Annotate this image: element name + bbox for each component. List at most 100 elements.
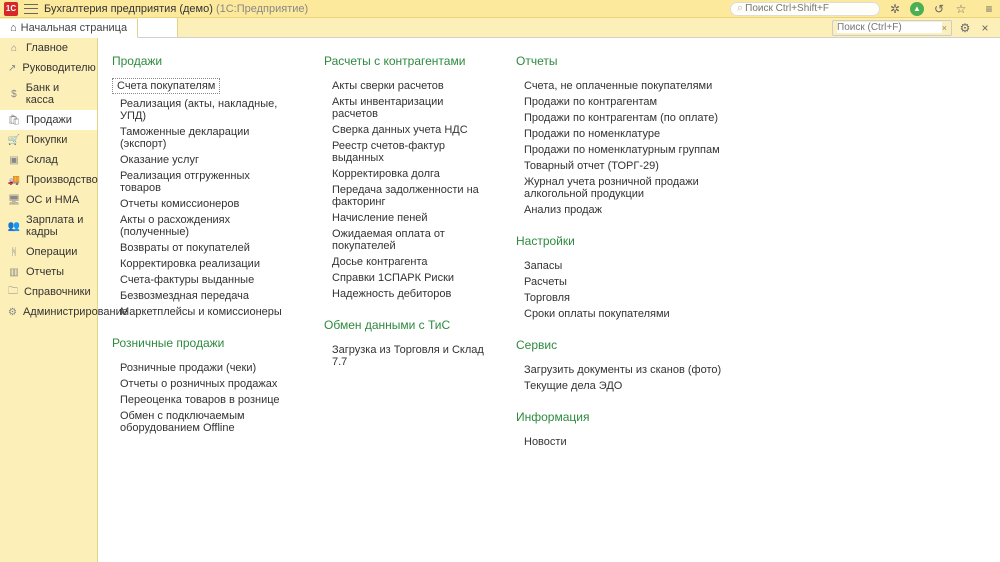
section-head-service[interactable]: Сервис	[516, 338, 736, 352]
link-debt-correction[interactable]: Корректировка долга	[324, 166, 484, 182]
link-marketplaces[interactable]: Маркетплейсы и комиссионеры	[112, 304, 292, 320]
link-edo-tasks[interactable]: Текущие дела ЭДО	[516, 378, 736, 394]
tab-label: Начальная страница	[21, 22, 127, 34]
section-head-reports[interactable]: Отчеты	[516, 54, 736, 68]
link-debtor-reliability[interactable]: Надежность дебиторов	[324, 286, 484, 302]
cart-icon: 🛍	[8, 114, 20, 126]
link-inventory-acts[interactable]: Акты инвентаризации расчетов	[324, 94, 484, 122]
link-invoice-registry[interactable]: Реестр счетов-фактур выданных	[324, 138, 484, 166]
link-torg29[interactable]: Товарный отчет (ТОРГ-29)	[516, 158, 736, 174]
box-icon: ▣	[8, 154, 20, 166]
sidebar-item-manager[interactable]: ↗Руководителю	[0, 58, 97, 78]
tabstrip: ⌂ Начальная страница × ⚙ ×	[0, 18, 1000, 38]
link-sales-correction[interactable]: Корректировка реализации	[112, 256, 292, 272]
section-head-settings[interactable]: Настройки	[516, 234, 736, 248]
section-head-exchange[interactable]: Обмен данными с ТиС	[324, 318, 484, 332]
link-customer-invoices[interactable]: Счета покупателям	[112, 78, 220, 94]
link-sales-by-nomenclature[interactable]: Продажи по номенклатуре	[516, 126, 736, 142]
page-search[interactable]: ×	[832, 20, 952, 36]
sync-icon[interactable]: ✲	[888, 2, 902, 16]
link-discrepancy-acts[interactable]: Акты о расхождениях (полученные)	[112, 212, 292, 240]
truck-icon: 🚚	[8, 174, 20, 186]
link-realization[interactable]: Реализация (акты, накладные, УПД)	[112, 96, 292, 124]
gear-icon[interactable]: ⚙	[958, 21, 972, 35]
link-retail-sales[interactable]: Розничные продажи (чеки)	[112, 360, 292, 376]
link-factoring[interactable]: Передача задолженности на факторинг	[324, 182, 484, 210]
link-sales-analysis[interactable]: Анализ продаж	[516, 202, 736, 218]
link-services[interactable]: Оказание услуг	[112, 152, 292, 168]
sidebar-item-assets[interactable]: 🖥ОС и НМА	[0, 190, 97, 210]
sidebar-item-sales[interactable]: 🛍Продажи	[0, 110, 97, 130]
people-icon: 👥	[8, 220, 20, 232]
link-sales-by-counterparty[interactable]: Продажи по контрагентам	[516, 94, 736, 110]
link-news[interactable]: Новости	[516, 434, 736, 450]
clear-icon[interactable]: ×	[942, 23, 947, 33]
link-commission-reports[interactable]: Отчеты комиссионеров	[112, 196, 292, 212]
basket-icon: 🛒	[8, 134, 20, 146]
sidebar-item-purchases[interactable]: 🛒Покупки	[0, 130, 97, 150]
titlebar-text: Бухгалтерия предприятия (демо) (1С:Предп…	[44, 3, 308, 15]
link-customs-decl[interactable]: Таможенные декларации (экспорт)	[112, 124, 292, 152]
link-load-from-scans[interactable]: Загрузить документы из сканов (фото)	[516, 362, 736, 378]
home-icon: ⌂	[10, 22, 17, 34]
tab-empty[interactable]	[138, 18, 178, 37]
section-head-info[interactable]: Информация	[516, 410, 736, 424]
link-invoices-issued[interactable]: Счета-фактуры выданные	[112, 272, 292, 288]
link-sales-by-nom-groups[interactable]: Продажи по номенклатурным группам	[516, 142, 736, 158]
sidebar-item-reports[interactable]: ▥Отчеты	[0, 262, 97, 282]
sidebar-item-warehouse[interactable]: ▣Склад	[0, 150, 97, 170]
app-logo-1c: 1C	[4, 2, 18, 16]
more-icon[interactable]: ≡	[982, 2, 996, 16]
sidebar-item-main[interactable]: ⌂Главное	[0, 38, 97, 58]
section-head-retail[interactable]: Розничные продажи	[112, 336, 292, 350]
link-payment-terms[interactable]: Сроки оплаты покупателями	[516, 306, 736, 322]
bars-icon: ▥	[8, 266, 20, 278]
link-penalties[interactable]: Начисление пеней	[324, 210, 484, 226]
link-expected-payment[interactable]: Ожидаемая оплата от покупателей	[324, 226, 484, 254]
link-retail-reports[interactable]: Отчеты о розничных продажах	[112, 376, 292, 392]
tab-start-page[interactable]: ⌂ Начальная страница	[0, 19, 138, 38]
star-icon[interactable]: ☆	[954, 2, 968, 16]
link-shipped-goods[interactable]: Реализация отгруженных товаров	[112, 168, 292, 196]
sidebar-item-admin[interactable]: ⚙Администрирование	[0, 302, 97, 322]
sidebar-item-production[interactable]: 🚚Производство	[0, 170, 97, 190]
section-head-settlements[interactable]: Расчеты с контрагентами	[324, 54, 484, 68]
section-head-sales[interactable]: Продажи	[112, 54, 292, 68]
link-load-from-tis[interactable]: Загрузка из Торговля и Склад 7.7	[324, 342, 484, 370]
link-alcohol-journal[interactable]: Журнал учета розничной продажи алкогольн…	[516, 174, 736, 202]
app-name: Бухгалтерия предприятия (демо)	[44, 3, 213, 15]
link-equipment-exchange[interactable]: Обмен с подключаемым оборудованием Offli…	[112, 408, 292, 436]
content-area: Продажи Счета покупателям Реализация (ак…	[98, 38, 1000, 562]
link-vat-reconciliation[interactable]: Сверка данных учета НДС	[324, 122, 484, 138]
link-sales-by-counterparty-paid[interactable]: Продажи по контрагентам (по оплате)	[516, 110, 736, 126]
link-counterparty-dossier[interactable]: Досье контрагента	[324, 254, 484, 270]
link-settlements-settings[interactable]: Расчеты	[516, 274, 736, 290]
ops-icon: ᚻ	[8, 246, 20, 258]
app-sub: (1С:Предприятие)	[216, 3, 308, 15]
global-search-input[interactable]	[745, 3, 873, 14]
folder-icon: 🗀	[8, 286, 18, 298]
link-revaluation[interactable]: Переоценка товаров в рознице	[112, 392, 292, 408]
main-menu-icon[interactable]	[24, 4, 38, 14]
link-reconciliation-acts[interactable]: Акты сверки расчетов	[324, 78, 484, 94]
link-inventory-settings[interactable]: Запасы	[516, 258, 736, 274]
global-search[interactable]: ⌕	[730, 2, 880, 16]
sidebar-item-bank[interactable]: $Банк и касса	[0, 78, 97, 110]
chart-icon: ↗	[8, 62, 16, 74]
link-trade-settings[interactable]: Торговля	[516, 290, 736, 306]
page-search-input[interactable]	[837, 22, 942, 33]
link-spark-risks[interactable]: Справки 1СПАРК Риски	[324, 270, 484, 286]
close-icon[interactable]: ×	[978, 21, 992, 35]
link-customer-returns[interactable]: Возвраты от покупателей	[112, 240, 292, 256]
search-icon: ⌕	[737, 2, 743, 15]
history-icon[interactable]: ↺	[932, 2, 946, 16]
link-unpaid-invoices[interactable]: Счета, не оплаченные покупателями	[516, 78, 736, 94]
link-gratuitous-transfer[interactable]: Безвозмездная передача	[112, 288, 292, 304]
gear-icon: ⚙	[8, 306, 17, 318]
sidebar-item-payroll[interactable]: 👥Зарплата и кадры	[0, 210, 97, 242]
titlebar: 1C Бухгалтерия предприятия (демо) (1С:Пр…	[0, 0, 1000, 18]
sidebar-item-catalogs[interactable]: 🗀Справочники	[0, 282, 97, 302]
notification-bell-icon[interactable]: ▲	[910, 2, 924, 16]
sidebar-item-operations[interactable]: ᚻОперации	[0, 242, 97, 262]
bank-icon: $	[8, 88, 20, 100]
